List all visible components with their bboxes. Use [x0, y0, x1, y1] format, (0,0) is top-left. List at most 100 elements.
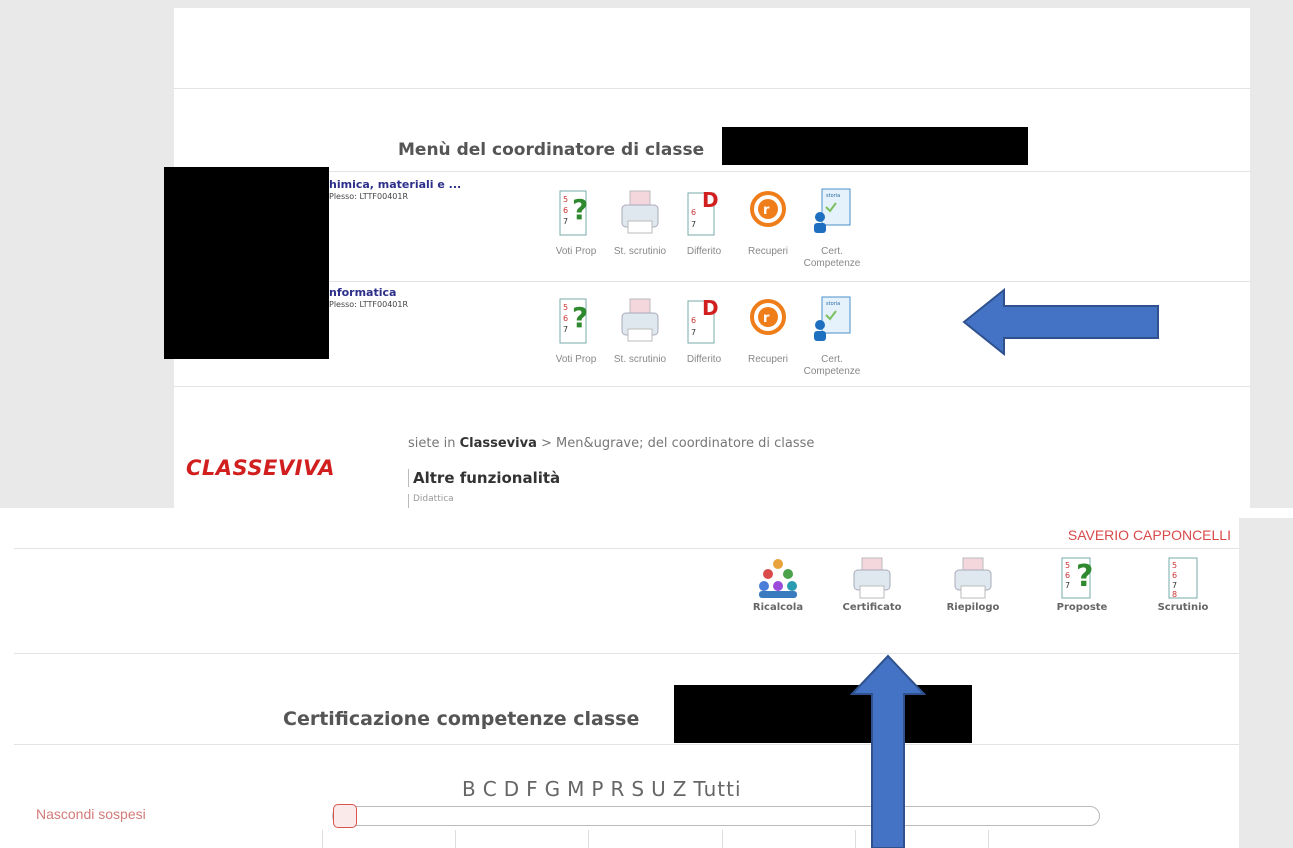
annotation-arrow-left	[962, 288, 1159, 356]
divider	[174, 386, 1250, 387]
redaction-box	[164, 167, 329, 359]
recuperi-icon: r	[750, 191, 786, 227]
table-column-divider	[988, 830, 989, 848]
breadcrumb-current: > Men&ugrave; del coordinatore di classe	[541, 436, 815, 451]
voti-prop-button[interactable]: 5 6 7? Voti Prop	[545, 295, 607, 366]
recuperi-button[interactable]: r Recuperi	[737, 295, 799, 366]
divider	[14, 653, 1239, 654]
scrutinio-button[interactable]: 5678 Scrutinio	[1145, 556, 1221, 613]
voti-prop-icon: 5 6 7?	[559, 190, 588, 236]
page-title: Certificazione competenze classe	[283, 708, 640, 730]
altre-funzionalita-heading: Altre funzionalità	[408, 469, 560, 487]
class-name[interactable]: nformatica	[329, 286, 396, 299]
letter-filter-item[interactable]: U	[651, 777, 667, 801]
svg-text:?: ?	[572, 301, 588, 334]
action-label: Voti Prop	[555, 246, 597, 257]
cert-competenze-button[interactable]: storia Cert. Competenze	[801, 187, 863, 270]
svg-text:7: 7	[1172, 581, 1177, 590]
svg-text:5: 5	[563, 303, 568, 312]
toolbar-label: Riepilogo	[946, 602, 1000, 613]
nascondi-sospesi-label: Nascondi sospesi	[36, 806, 146, 822]
divider	[174, 171, 1250, 172]
svg-text:6: 6	[1172, 571, 1177, 580]
action-label: Cert. Competenze	[803, 246, 861, 269]
svg-text:D: D	[702, 296, 719, 320]
svg-text:7: 7	[1065, 581, 1070, 590]
letter-filter: B C D F G M P R S U Z Tutti	[462, 777, 748, 801]
svg-text:r: r	[763, 203, 770, 218]
didattica-link[interactable]: Didattica	[408, 494, 454, 508]
proposte-button[interactable]: 5 6 7? Proposte	[1044, 556, 1120, 613]
recuperi-button[interactable]: r Recuperi	[737, 187, 799, 258]
recuperi-icon: r	[750, 299, 786, 335]
table-column-divider	[588, 830, 589, 848]
svg-text:6: 6	[1065, 571, 1070, 580]
ricalcola-button[interactable]: Ricalcola	[740, 556, 816, 613]
letter-filter-item[interactable]: R	[610, 777, 625, 801]
svg-text:6: 6	[691, 316, 696, 325]
people-group-icon	[759, 559, 797, 598]
differito-button[interactable]: 6 7D Differito	[673, 187, 735, 258]
letter-filter-item[interactable]: D	[504, 777, 520, 801]
class-plesso: Plesso: LTTF00401R	[329, 300, 409, 309]
redaction-box	[722, 127, 1028, 165]
printer-icon	[954, 557, 992, 599]
divider	[14, 548, 1239, 549]
certificate-icon: storia	[814, 188, 851, 233]
coordinator-menu-content	[174, 8, 1250, 508]
table-column-divider	[722, 830, 723, 848]
certificato-button[interactable]: Certificato	[834, 556, 910, 613]
user-name: SAVERIO CAPPONCELLI	[1067, 527, 1231, 543]
menu-title: Menù del coordinatore di classe	[398, 140, 705, 160]
divider	[14, 744, 1239, 745]
differito-button[interactable]: 6 7D Differito	[673, 295, 735, 366]
scrutinio-icon: 5678	[1168, 557, 1198, 599]
action-label: Recuperi	[747, 246, 789, 257]
letter-filter-item[interactable]: C	[483, 777, 498, 801]
riepilogo-button[interactable]: Riepilogo	[935, 556, 1011, 613]
action-label: Cert. Competenze	[803, 354, 861, 377]
letter-filter-item[interactable]: M	[567, 777, 585, 801]
svg-text:7: 7	[691, 220, 696, 229]
redaction-box	[674, 685, 972, 743]
svg-text:6: 6	[691, 208, 696, 217]
breadcrumb-root-link[interactable]: Classeviva	[460, 436, 537, 451]
proposte-icon: 567?	[1061, 557, 1093, 599]
toolbar-label: Certificato	[842, 602, 902, 613]
differito-icon: 6 7D	[687, 188, 719, 236]
svg-text:5: 5	[1065, 561, 1070, 570]
svg-text:7: 7	[563, 325, 568, 334]
svg-text:7: 7	[563, 217, 568, 226]
printer-icon	[853, 557, 891, 599]
letter-filter-item[interactable]: Tutti	[693, 777, 741, 801]
printer-icon	[621, 190, 659, 234]
action-label: Recuperi	[747, 354, 789, 365]
letter-filter-item[interactable]: Z	[673, 777, 688, 801]
svg-text:8: 8	[1172, 590, 1177, 599]
nascondi-sospesi-toggle[interactable]	[332, 806, 1100, 826]
svg-text:6: 6	[563, 206, 568, 215]
letter-filter-item[interactable]: B	[462, 777, 477, 801]
svg-text:5: 5	[1172, 561, 1177, 570]
class-plesso: Plesso: LTTF00401R	[329, 192, 409, 201]
toggle-knob[interactable]	[333, 804, 357, 828]
svg-text:7: 7	[691, 328, 696, 337]
classeviva-logo: CLASSEVIVA	[186, 456, 336, 480]
svg-text:D: D	[702, 188, 719, 212]
st-scrutinio-button[interactable]: St. scrutinio	[609, 187, 671, 258]
toolbar-label: Scrutinio	[1157, 602, 1209, 613]
cert-competenze-button[interactable]: storia Cert. Competenze	[801, 295, 863, 378]
letter-filter-item[interactable]: G	[545, 777, 562, 801]
voti-prop-button[interactable]: 5 6 7? Voti Prop	[545, 187, 607, 258]
letter-filter-item[interactable]: P	[591, 777, 604, 801]
svg-text:6: 6	[563, 314, 568, 323]
svg-text:?: ?	[1076, 559, 1093, 594]
page-margin	[1239, 518, 1293, 848]
letter-filter-item[interactable]: F	[526, 777, 539, 801]
svg-text:?: ?	[572, 193, 588, 226]
letter-filter-item[interactable]: S	[631, 777, 645, 801]
st-scrutinio-button[interactable]: St. scrutinio	[609, 295, 671, 366]
action-label: St. scrutinio	[613, 246, 667, 257]
class-name[interactable]: himica, materiali e ...	[329, 178, 461, 191]
breadcrumb-prefix: siete in	[408, 436, 456, 451]
